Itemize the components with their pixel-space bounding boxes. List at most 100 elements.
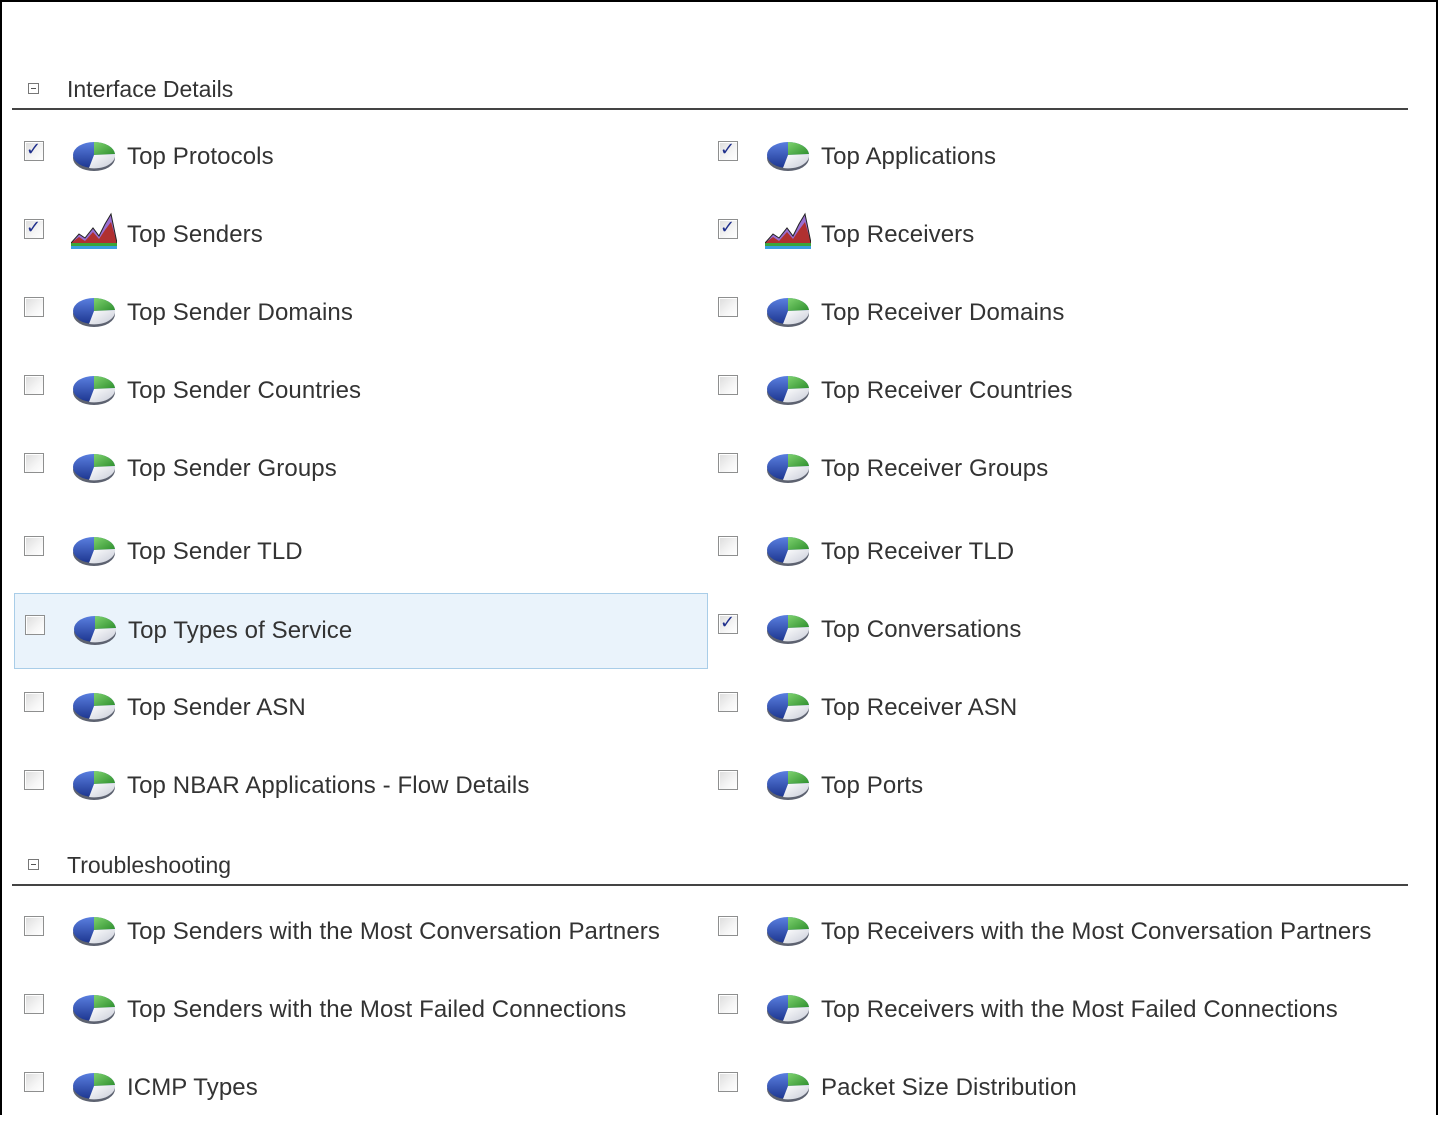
report-option-label[interactable]: Top Receiver Groups bbox=[821, 455, 1048, 483]
report-option-top-senders[interactable]: ✓ Top Senders bbox=[14, 198, 708, 274]
section-title: Interface Details bbox=[67, 76, 234, 102]
report-option-top-applications[interactable]: ✓ Top Applications bbox=[708, 120, 1408, 196]
pie-chart-icon bbox=[765, 689, 811, 725]
report-option-label[interactable]: Top Receivers with the Most Failed Conne… bbox=[821, 996, 1338, 1024]
pie-chart-icon bbox=[765, 913, 811, 949]
report-checkbox[interactable]: ✓ bbox=[718, 217, 738, 239]
report-option-icmp-types[interactable]: ICMP Types bbox=[14, 1051, 708, 1127]
pie-chart-icon bbox=[765, 450, 811, 486]
report-option-top-receiver-countries[interactable]: Top Receiver Countries bbox=[708, 354, 1408, 430]
report-option-label[interactable]: Top Receiver Domains bbox=[821, 299, 1064, 327]
report-option-top-senders-with-the-most-conversation-partners[interactable]: Top Senders with the Most Conversation P… bbox=[14, 895, 708, 971]
report-option-label[interactable]: Top Receiver Countries bbox=[821, 377, 1073, 405]
report-checkbox[interactable] bbox=[718, 536, 738, 556]
report-option-top-receiver-tld[interactable]: Top Receiver TLD bbox=[708, 515, 1408, 591]
report-checkbox[interactable] bbox=[718, 1072, 738, 1092]
pie-chart-icon bbox=[71, 991, 117, 1027]
report-option-label[interactable]: Top Receivers bbox=[821, 221, 974, 249]
report-option-label[interactable]: Top Conversations bbox=[821, 616, 1021, 644]
report-checkbox[interactable] bbox=[718, 375, 738, 395]
report-option-top-sender-countries[interactable]: Top Sender Countries bbox=[14, 354, 708, 430]
report-checkbox[interactable] bbox=[25, 615, 45, 635]
report-checkbox[interactable] bbox=[24, 692, 44, 712]
section-title: Troubleshooting bbox=[67, 852, 232, 878]
report-checkbox[interactable] bbox=[24, 375, 44, 395]
pie-chart-icon bbox=[71, 1069, 117, 1105]
report-option-label[interactable]: Top Ports bbox=[821, 772, 923, 800]
pie-chart-icon bbox=[71, 533, 117, 569]
pie-chart-icon bbox=[765, 294, 811, 330]
collapse-toggle-icon[interactable] bbox=[28, 859, 39, 870]
report-option-label[interactable]: Top Senders with the Most Conversation P… bbox=[127, 918, 660, 946]
report-checkbox[interactable]: ✓ bbox=[718, 612, 738, 634]
report-option-label[interactable]: Top Receiver ASN bbox=[821, 694, 1017, 722]
report-option-label[interactable]: Top Receiver TLD bbox=[821, 538, 1014, 566]
report-option-label[interactable]: Top NBAR Applications - Flow Details bbox=[127, 772, 529, 800]
report-checkbox[interactable] bbox=[718, 297, 738, 317]
report-options-panel: Interface Details ✓ Top Protocols ✓ Top App… bbox=[0, 0, 1438, 1115]
report-checkbox[interactable] bbox=[718, 916, 738, 936]
report-option-label[interactable]: Top Sender ASN bbox=[127, 694, 306, 722]
section-header-troubleshooting[interactable]: Troubleshooting bbox=[12, 844, 1408, 886]
report-option-label[interactable]: Packet Size Distribution bbox=[821, 1074, 1077, 1102]
report-checkbox[interactable] bbox=[718, 692, 738, 712]
report-checkbox[interactable] bbox=[24, 536, 44, 556]
report-option-label[interactable]: ICMP Types bbox=[127, 1074, 258, 1102]
report-checkbox[interactable]: ✓ bbox=[24, 217, 44, 239]
report-option-top-sender-groups[interactable]: Top Sender Groups bbox=[14, 432, 708, 508]
checkmark-icon: ✓ bbox=[720, 217, 736, 238]
pie-chart-icon bbox=[71, 767, 117, 803]
report-option-label[interactable]: Top Sender Domains bbox=[127, 299, 353, 327]
report-option-top-types-of-service[interactable]: Top Types of Service bbox=[14, 593, 708, 669]
pie-chart-icon bbox=[765, 1069, 811, 1105]
pie-chart-icon bbox=[765, 533, 811, 569]
report-option-top-senders-with-the-most-failed-connections[interactable]: Top Senders with the Most Failed Connect… bbox=[14, 973, 708, 1049]
report-checkbox[interactable] bbox=[718, 770, 738, 790]
report-option-label[interactable]: Top Sender Countries bbox=[127, 377, 361, 405]
pie-chart-icon bbox=[765, 372, 811, 408]
report-checkbox[interactable]: ✓ bbox=[718, 139, 738, 161]
report-option-top-sender-domains[interactable]: Top Sender Domains bbox=[14, 276, 708, 352]
pie-chart-icon bbox=[71, 138, 117, 174]
report-option-top-receiver-groups[interactable]: Top Receiver Groups bbox=[708, 432, 1408, 508]
report-option-top-nbar-applications-flow-details[interactable]: Top NBAR Applications - Flow Details bbox=[14, 749, 708, 825]
report-checkbox[interactable] bbox=[718, 453, 738, 473]
report-option-label[interactable]: Top Applications bbox=[821, 143, 996, 171]
area-chart-icon bbox=[765, 210, 811, 249]
report-option-top-ports[interactable]: Top Ports bbox=[708, 749, 1408, 825]
report-option-top-sender-tld[interactable]: Top Sender TLD bbox=[14, 515, 708, 591]
report-checkbox[interactable]: ✓ bbox=[24, 139, 44, 161]
report-checkbox[interactable] bbox=[24, 770, 44, 790]
report-option-label[interactable]: Top Sender TLD bbox=[127, 538, 303, 566]
report-option-label[interactable]: Top Senders bbox=[127, 221, 263, 249]
report-option-top-receivers-with-the-most-conversation-partners[interactable]: Top Receivers with the Most Conversation… bbox=[708, 895, 1408, 971]
report-option-top-receivers-with-the-most-failed-connections[interactable]: Top Receivers with the Most Failed Conne… bbox=[708, 973, 1408, 1049]
report-checkbox[interactable] bbox=[24, 916, 44, 936]
report-option-label[interactable]: Top Receivers with the Most Conversation… bbox=[821, 918, 1371, 946]
report-option-top-protocols[interactable]: ✓ Top Protocols bbox=[14, 120, 708, 196]
pie-chart-icon bbox=[71, 689, 117, 725]
report-option-top-receiver-domains[interactable]: Top Receiver Domains bbox=[708, 276, 1408, 352]
report-option-label[interactable]: Top Protocols bbox=[127, 143, 274, 171]
report-checkbox[interactable] bbox=[24, 994, 44, 1014]
report-option-top-receivers[interactable]: ✓ Top Receivers bbox=[708, 198, 1408, 274]
report-option-top-sender-asn[interactable]: Top Sender ASN bbox=[14, 671, 708, 747]
report-option-label[interactable]: Top Types of Service bbox=[128, 617, 352, 645]
report-option-top-conversations[interactable]: ✓ Top Conversations bbox=[708, 593, 1408, 669]
checkmark-icon: ✓ bbox=[720, 139, 736, 160]
report-checkbox[interactable] bbox=[24, 1072, 44, 1092]
report-option-packet-size-distribution[interactable]: Packet Size Distribution bbox=[708, 1051, 1408, 1127]
report-option-top-receiver-asn[interactable]: Top Receiver ASN bbox=[708, 671, 1408, 747]
checkmark-icon: ✓ bbox=[720, 612, 736, 633]
report-checkbox[interactable] bbox=[24, 297, 44, 317]
collapse-toggle-icon[interactable] bbox=[28, 83, 39, 94]
pie-chart-icon bbox=[71, 294, 117, 330]
pie-chart-icon bbox=[765, 138, 811, 174]
report-checkbox[interactable] bbox=[718, 994, 738, 1014]
report-option-label[interactable]: Top Senders with the Most Failed Connect… bbox=[127, 996, 626, 1024]
area-chart-icon bbox=[71, 210, 117, 249]
checkmark-icon: ✓ bbox=[26, 217, 42, 238]
section-header-interface-details[interactable]: Interface Details bbox=[12, 68, 1408, 110]
report-checkbox[interactable] bbox=[24, 453, 44, 473]
report-option-label[interactable]: Top Sender Groups bbox=[127, 455, 337, 483]
